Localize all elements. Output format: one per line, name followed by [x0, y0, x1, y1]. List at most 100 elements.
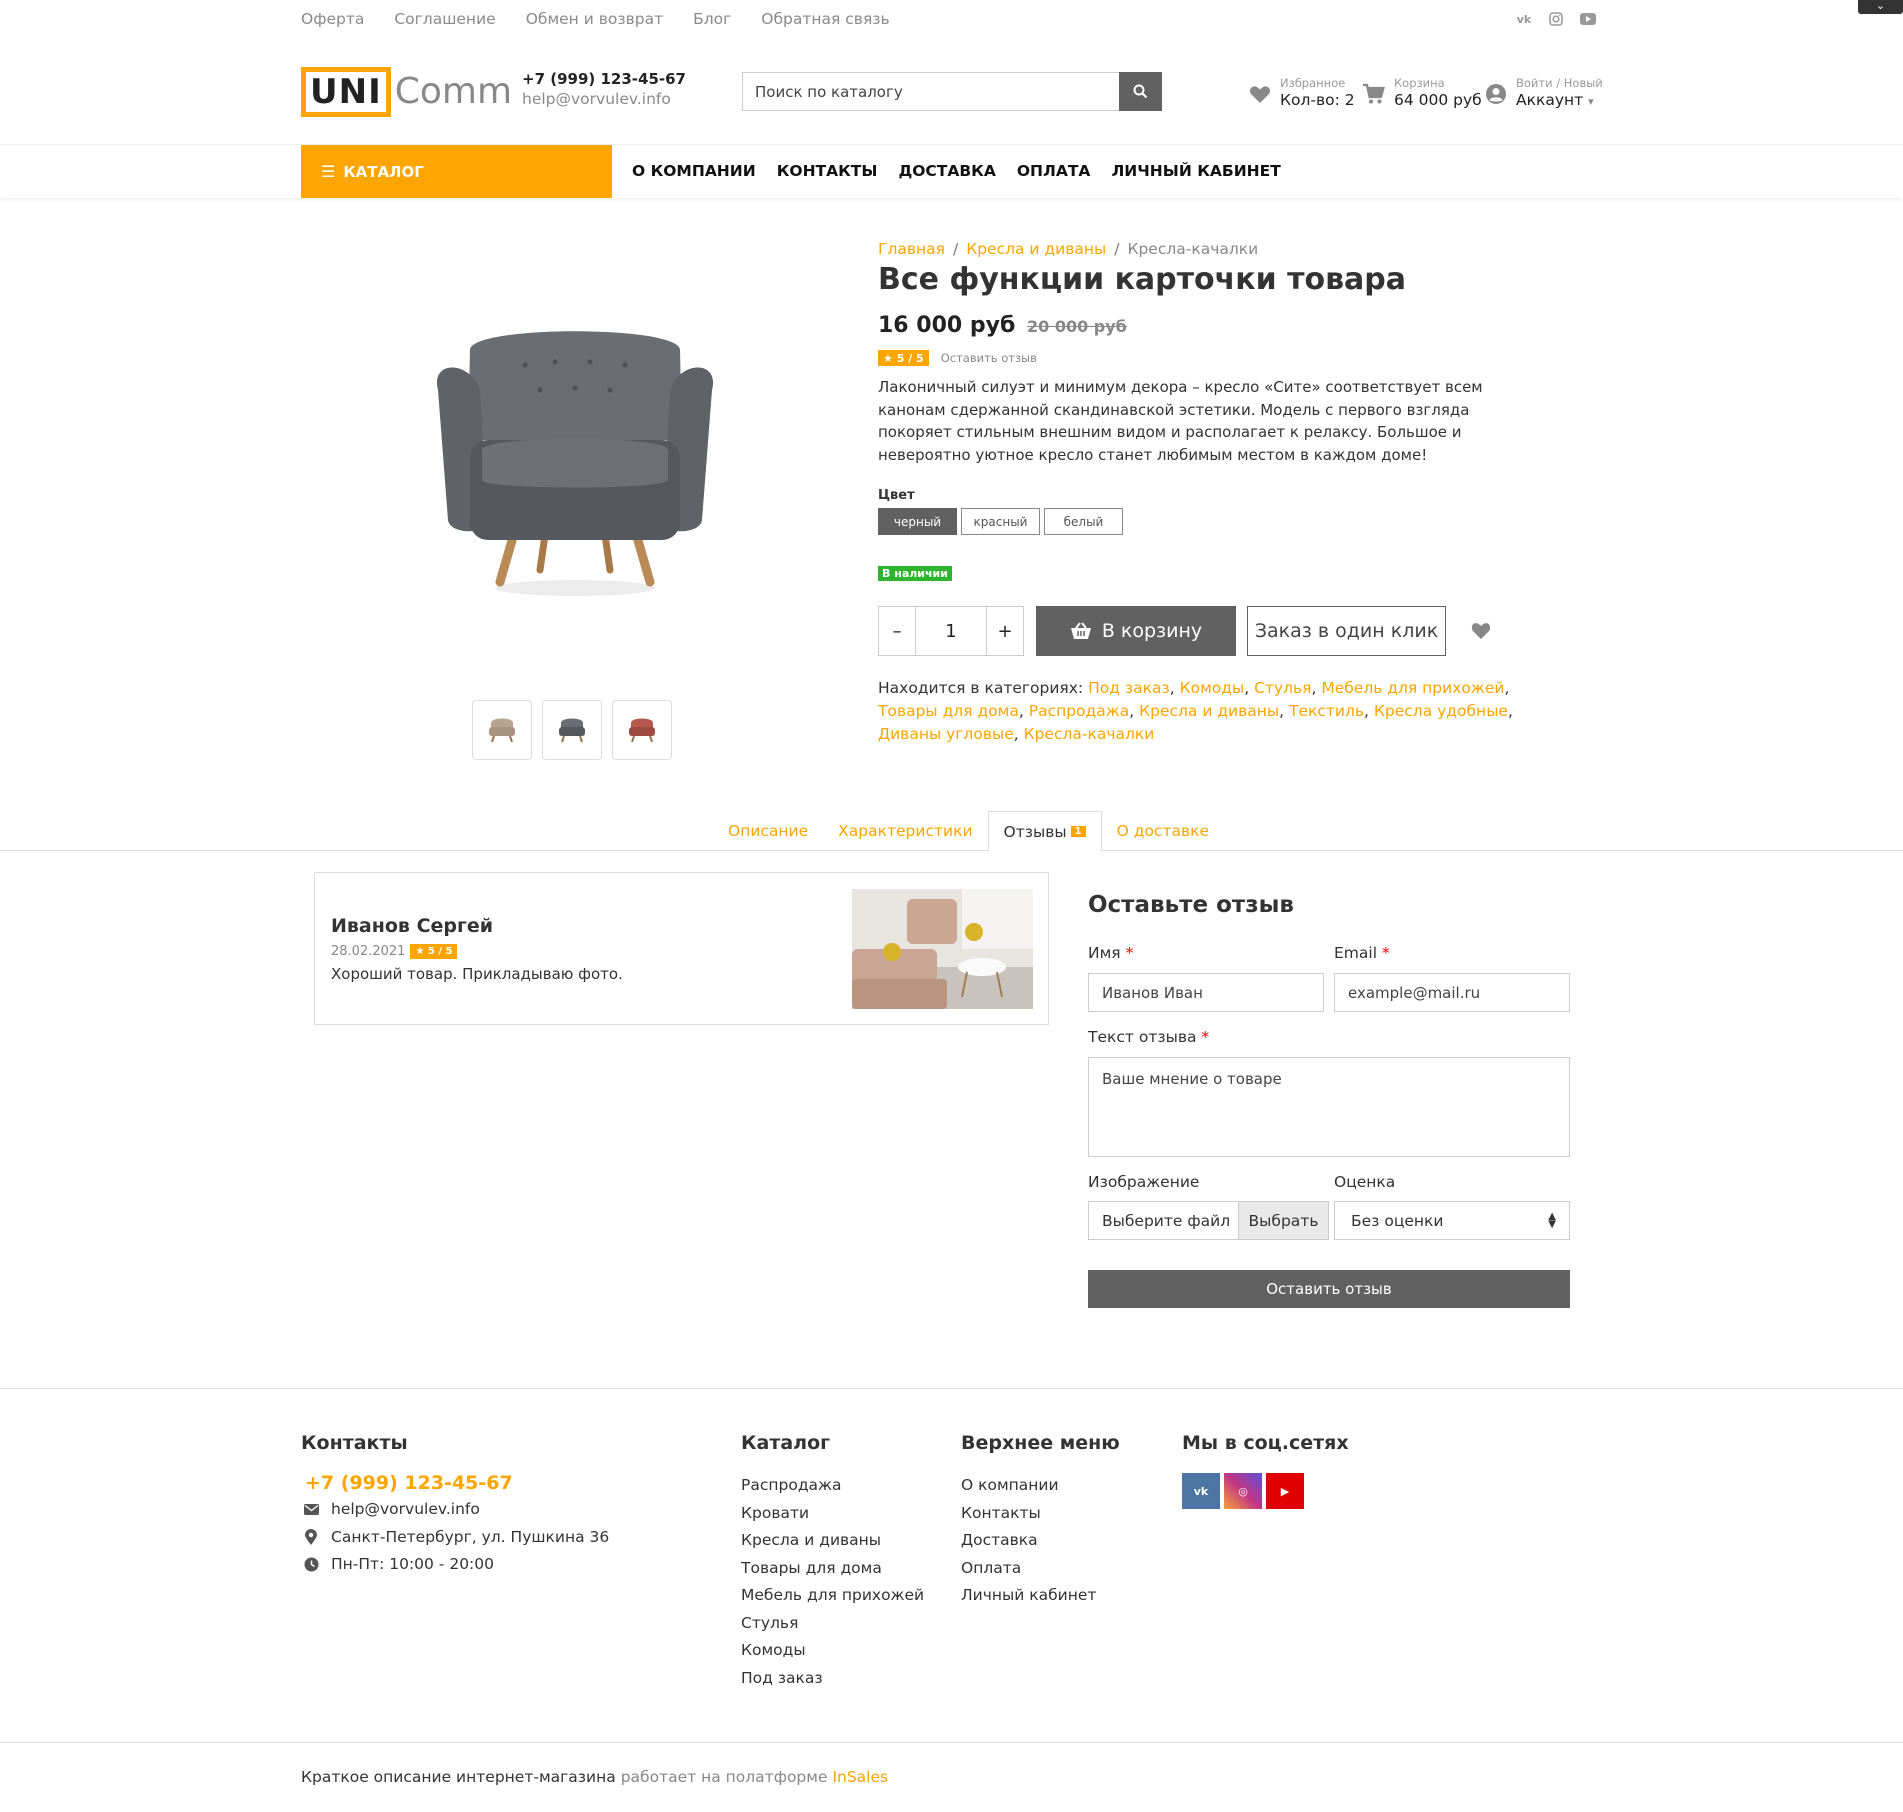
thumbnail-beige[interactable] [472, 700, 532, 760]
instagram-icon[interactable]: ◎ [1224, 1473, 1262, 1509]
footer-menu-item[interactable]: Личный кабинет [961, 1582, 1096, 1610]
thumbnail-gray[interactable] [542, 700, 602, 760]
file-browse-button[interactable]: Выбрать [1238, 1202, 1328, 1239]
leave-review-link[interactable]: Оставить отзыв [941, 351, 1037, 365]
footer-catalog-list: Распродажа Кровати Кресла и диваны Товар… [741, 1472, 924, 1692]
footer-catalog-title: Каталог [741, 1432, 831, 1454]
search-button[interactable] [1119, 72, 1162, 111]
category-link[interactable]: Мебель для прихожей [1321, 679, 1504, 697]
footer-menu-item[interactable]: Оплата [961, 1555, 1096, 1583]
category-link[interactable]: Стулья [1254, 679, 1311, 697]
category-link[interactable]: Кресла удобные [1374, 702, 1508, 720]
tab-specifications[interactable]: Характеристики [823, 811, 987, 851]
category-link[interactable]: Товары для дома [878, 702, 1019, 720]
top-links: Оферта Соглашение Обмен и возврат Блог О… [301, 10, 890, 28]
logo-comm: Comm [394, 71, 513, 112]
category-link[interactable]: Кресла и диваны [1139, 702, 1279, 720]
heart-icon [1249, 86, 1271, 103]
category-link[interactable]: Кресла-качалки [1024, 725, 1155, 743]
rating-select[interactable]: Без оценки ▲ ▼ [1334, 1201, 1570, 1240]
email-field[interactable]: example@mail.ru [1334, 973, 1570, 1012]
top-link-feedback[interactable]: Обратная связь [761, 10, 889, 28]
map-pin-icon [301, 1529, 321, 1545]
youtube-icon[interactable] [1579, 11, 1597, 27]
qty-input[interactable]: 1 [915, 607, 987, 655]
footer-phone[interactable]: +7 (999) 123-45-67 [305, 1472, 513, 1494]
nav-menu: О КОМПАНИИ КОНТАКТЫ ДОСТАВКА ОПЛАТА ЛИЧН… [632, 162, 1281, 180]
add-to-favorites-icon[interactable] [1470, 620, 1492, 640]
qty-minus-button[interactable]: – [879, 607, 915, 655]
tab-description[interactable]: Описание [713, 811, 823, 851]
email-label: Email * [1334, 944, 1390, 962]
product-image[interactable] [430, 320, 720, 600]
breadcrumb-category[interactable]: Кресла и диваны [966, 240, 1106, 258]
review-textarea[interactable]: Ваше мнение о товаре [1088, 1057, 1570, 1157]
logo[interactable]: UNI Comm [301, 67, 512, 117]
color-option-red[interactable]: красный [961, 508, 1040, 535]
cart[interactable]: Корзина 64 000 руб [1362, 76, 1482, 109]
footer-address: Санкт-Петербург, ул. Пушкина 36 [331, 1528, 610, 1546]
footer-catalog-item[interactable]: Мебель для прихожей [741, 1582, 924, 1610]
catalog-button[interactable]: ☰ КАТАЛОГ [301, 145, 612, 198]
footer-catalog-item[interactable]: Комоды [741, 1637, 924, 1665]
nav-item-account[interactable]: ЛИЧНЫЙ КАБИНЕТ [1111, 162, 1280, 180]
account[interactable]: Войти / Новый Аккаунт ▾ [1484, 76, 1603, 109]
footer-menu-list: О компании Контакты Доставка Оплата Личн… [961, 1472, 1096, 1610]
footer-catalog-item[interactable]: Кровати [741, 1500, 924, 1528]
review-meta: 28.02.2021 ★ 5 / 5 [331, 944, 458, 959]
category-link[interactable]: Диваны угловые [878, 725, 1014, 743]
search-input[interactable] [743, 73, 1119, 110]
qty-plus-button[interactable]: + [987, 607, 1023, 655]
category-link[interactable]: Распродажа [1029, 702, 1130, 720]
footer-menu-item[interactable]: Контакты [961, 1500, 1096, 1528]
add-to-cart-button[interactable]: В корзину [1036, 606, 1236, 656]
footer-catalog-item[interactable]: Под заказ [741, 1665, 924, 1693]
favorites[interactable]: Избранное Кол-во: 2 [1248, 76, 1355, 109]
youtube-icon[interactable]: ▶ [1266, 1473, 1304, 1509]
nav-item-about[interactable]: О КОМПАНИИ [632, 162, 756, 180]
copyright-platform-text: работает на полатформе [620, 1768, 828, 1786]
thumbnail-red[interactable] [612, 700, 672, 760]
header-email[interactable]: help@vorvulev.info [522, 90, 686, 108]
cart-label: Корзина [1394, 76, 1445, 90]
footer-catalog-item[interactable]: Распродажа [741, 1472, 924, 1500]
file-upload[interactable]: Выберите файл Выбрать [1088, 1201, 1329, 1240]
instagram-icon[interactable] [1547, 11, 1565, 27]
top-link-returns[interactable]: Обмен и возврат [526, 10, 663, 28]
tab-delivery[interactable]: О доставке [1102, 811, 1224, 851]
footer-menu-item[interactable]: О компании [961, 1472, 1096, 1500]
chevron-down-icon[interactable]: ⌄ [1858, 0, 1903, 14]
nav-item-contacts[interactable]: КОНТАКТЫ [777, 162, 878, 180]
breadcrumb-home[interactable]: Главная [878, 240, 945, 258]
vk-icon[interactable]: vk [1515, 11, 1533, 27]
top-link-offer[interactable]: Оферта [301, 10, 364, 28]
header-phone[interactable]: +7 (999) 123-45-67 [522, 70, 686, 88]
name-field[interactable]: Иванов Иван [1088, 973, 1324, 1012]
menu-icon: ☰ [321, 162, 336, 181]
category-link[interactable]: Текстиль [1289, 702, 1364, 720]
category-link[interactable]: Под заказ [1088, 679, 1170, 697]
footer-contacts-title: Контакты [301, 1432, 408, 1454]
footer-hours: Пн-Пт: 10:00 - 20:00 [331, 1555, 494, 1573]
footer-catalog-item[interactable]: Товары для дома [741, 1555, 924, 1583]
review-form-title: Оставьте отзыв [1088, 892, 1294, 918]
vk-icon[interactable]: vk [1182, 1473, 1220, 1509]
insales-link[interactable]: InSales [832, 1768, 888, 1786]
footer-catalog-item[interactable]: Стулья [741, 1610, 924, 1638]
footer-catalog-item[interactable]: Кресла и диваны [741, 1527, 924, 1555]
category-link[interactable]: Комоды [1180, 679, 1245, 697]
nav-item-delivery[interactable]: ДОСТАВКА [898, 162, 995, 180]
sort-arrows-icon: ▲ ▼ [1548, 1210, 1556, 1230]
basket-icon [1070, 622, 1091, 639]
footer-email[interactable]: help@vorvulev.info [331, 1500, 480, 1518]
color-option-black[interactable]: черный [878, 508, 957, 535]
color-option-white[interactable]: белый [1044, 508, 1123, 535]
one-click-order-button[interactable]: Заказ в один клик [1247, 606, 1446, 656]
review-photo[interactable] [852, 889, 1033, 1009]
top-link-blog[interactable]: Блог [693, 10, 731, 28]
footer-menu-item[interactable]: Доставка [961, 1527, 1096, 1555]
submit-review-button[interactable]: Оставить отзыв [1088, 1270, 1570, 1308]
nav-item-payment[interactable]: ОПЛАТА [1017, 162, 1091, 180]
top-link-agreement[interactable]: Соглашение [394, 10, 495, 28]
tab-reviews[interactable]: Отзывы 1 [987, 811, 1102, 852]
